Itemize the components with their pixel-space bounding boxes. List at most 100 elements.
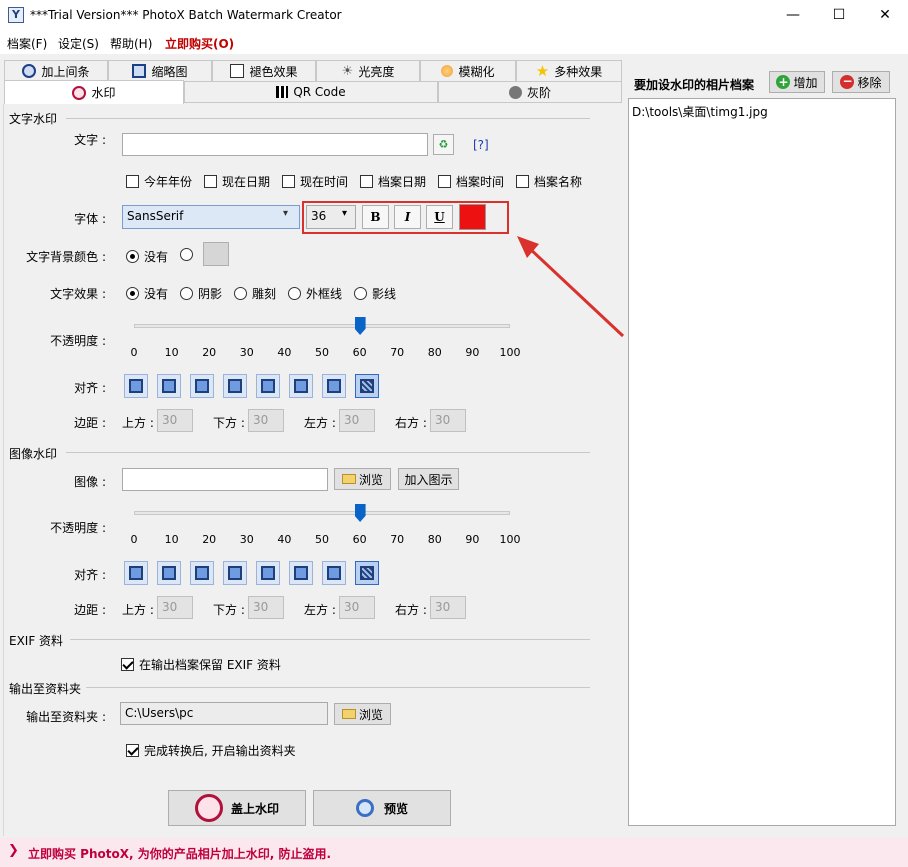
output-folder-input[interactable]: C:\Users\pc (120, 702, 328, 725)
image-align-middle-left-button[interactable] (223, 561, 247, 585)
image-path-input[interactable] (122, 468, 328, 491)
help-link[interactable]: [?] (473, 138, 489, 152)
option-date[interactable]: 现在日期 (204, 173, 270, 190)
image-align-top-left-button[interactable] (124, 561, 148, 585)
file-list-item[interactable]: D:\tools\桌面\timg1.jpg (629, 99, 895, 124)
year-checkbox[interactable] (126, 175, 139, 188)
margin-bottom-input[interactable]: 30 (248, 409, 284, 432)
image-margin-top-input[interactable]: 30 (157, 596, 193, 619)
effect-shadow-radio[interactable] (180, 287, 193, 300)
tab-effects[interactable]: ★ 多种效果 (516, 60, 622, 82)
watermark-text-input[interactable] (122, 133, 428, 156)
align-label: 对齐 : (74, 381, 106, 395)
menu-buy[interactable]: 立即购买(O) (165, 35, 234, 52)
image-opacity-slider-track[interactable] (134, 511, 510, 515)
bg-none-radio[interactable] (126, 250, 139, 263)
effect-engrave-radio[interactable] (234, 287, 247, 300)
tab-thumbnail[interactable]: 缩略图 (108, 60, 212, 82)
tab-watermark[interactable]: 水印 (4, 80, 184, 104)
effect-outline-option[interactable]: 外框线 (288, 285, 342, 302)
underline-button[interactable]: U (426, 205, 453, 229)
text-align-top-center-button[interactable] (157, 374, 181, 398)
image-align-center-button[interactable] (256, 561, 280, 585)
image-margin-left-input[interactable]: 30 (339, 596, 375, 619)
margin-top-input[interactable]: 30 (157, 409, 193, 432)
font-size-select[interactable]: 36 (306, 205, 356, 229)
effect-none-radio[interactable] (126, 287, 139, 300)
open-after-checkbox[interactable] (126, 744, 139, 757)
promo-text[interactable]: 立即购买 PhotoX, 为你的产品相片加上水印, 防止盗用. (28, 845, 331, 862)
remove-file-button[interactable]: − 移除 (832, 71, 890, 93)
font-select[interactable]: SansSerif (122, 205, 300, 229)
file-name-checkbox[interactable] (516, 175, 529, 188)
option-file-date[interactable]: 档案日期 (360, 173, 426, 190)
italic-button[interactable]: I (394, 205, 421, 229)
file-list[interactable]: D:\tools\桌面\timg1.jpg (628, 98, 896, 826)
image-align-bottom-center-button[interactable] (322, 561, 346, 585)
file-date-checkbox[interactable] (360, 175, 373, 188)
align-top-center-icon (162, 566, 176, 580)
time-checkbox[interactable] (282, 175, 295, 188)
effect-hatch-radio[interactable] (354, 287, 367, 300)
tab-brightness[interactable]: ☀ 光亮度 (316, 60, 420, 82)
effect-outline-radio[interactable] (288, 287, 301, 300)
tab-grayscale[interactable]: 灰阶 (438, 81, 622, 103)
text-align-top-left-button[interactable] (124, 374, 148, 398)
minimize-button[interactable]: — (770, 0, 816, 30)
symbol-button[interactable]: ♻ (433, 134, 454, 155)
text-align-center-button[interactable] (256, 374, 280, 398)
text-align-bottom-center-button[interactable] (322, 374, 346, 398)
text-align-middle-left-button[interactable] (223, 374, 247, 398)
image-margin-bottom-input[interactable]: 30 (248, 596, 284, 619)
tab-fade[interactable]: 褪色效果 (212, 60, 316, 82)
image-align-top-center-button[interactable] (157, 561, 181, 585)
image-align-top-right-button[interactable] (190, 561, 214, 585)
option-time[interactable]: 现在时间 (282, 173, 348, 190)
effect-shadow-option[interactable]: 阴影 (180, 285, 222, 302)
date-checkbox[interactable] (204, 175, 217, 188)
bg-color-option[interactable] (180, 248, 193, 261)
bg-color-radio[interactable] (180, 248, 193, 261)
exif-keep-option[interactable]: 在输出档案保留 EXIF 资料 (121, 656, 281, 673)
effect-hatch-option[interactable]: 影线 (354, 285, 396, 302)
output-browse-button[interactable]: 浏览 (334, 703, 391, 725)
margin-left-input[interactable]: 30 (339, 409, 375, 432)
file-time-checkbox[interactable] (438, 175, 451, 188)
option-file-time[interactable]: 档案时间 (438, 173, 504, 190)
image-browse-button[interactable]: 浏览 (334, 468, 391, 490)
text-align-tile-button[interactable] (355, 374, 379, 398)
file-date-label: 档案日期 (378, 175, 427, 189)
bold-button[interactable]: B (362, 205, 389, 229)
open-after-option[interactable]: 完成转换后, 开启输出资料夹 (126, 742, 296, 759)
add-picture-button[interactable]: 加入图示 (398, 468, 459, 490)
tab-qrcode[interactable]: QR Code (184, 81, 438, 103)
margin-top-label: 上方 : (122, 416, 154, 430)
effect-none-option[interactable]: 没有 (126, 285, 168, 302)
tab-strip[interactable]: 加上间条 (4, 60, 108, 82)
menu-settings[interactable]: 设定(S) (58, 35, 99, 52)
menu-help[interactable]: 帮助(H) (110, 35, 152, 52)
effect-engrave-option[interactable]: 雕刻 (234, 285, 276, 302)
preview-button[interactable]: 预览 (313, 790, 451, 826)
tab-blur[interactable]: 模糊化 (420, 60, 516, 82)
font-color-swatch[interactable] (459, 204, 486, 230)
margin-right-input[interactable]: 30 (430, 409, 466, 432)
image-align-tile-button[interactable] (355, 561, 379, 585)
exif-keep-checkbox[interactable] (121, 658, 134, 671)
magnifier-icon (355, 799, 374, 817)
bg-none-option[interactable]: 没有 (126, 248, 168, 265)
option-year[interactable]: 今年年份 (126, 173, 192, 190)
add-file-button[interactable]: + 增加 (769, 71, 825, 93)
close-button[interactable]: ✕ (862, 0, 908, 30)
tab-strip-label: 加上间条 (41, 64, 90, 79)
text-align-top-right-button[interactable] (190, 374, 214, 398)
opacity-slider-track[interactable] (134, 324, 510, 328)
option-file-name[interactable]: 档案名称 (516, 173, 582, 190)
menu-file[interactable]: 档案(F) (7, 35, 47, 52)
bg-color-swatch[interactable] (203, 242, 229, 266)
image-margin-right-input[interactable]: 30 (430, 596, 466, 619)
image-align-middle-right-button[interactable] (289, 561, 313, 585)
text-align-middle-right-button[interactable] (289, 374, 313, 398)
maximize-button[interactable]: ☐ (816, 0, 862, 30)
apply-watermark-button[interactable]: 盖上水印 (168, 790, 306, 826)
